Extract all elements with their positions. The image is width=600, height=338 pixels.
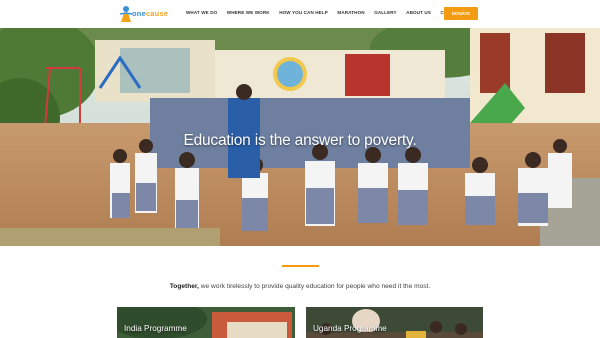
uganda-programme-card[interactable]: Uganda Programme xyxy=(306,307,483,338)
nav-item-where-we-work[interactable]: WHERE WE WORK xyxy=(227,10,270,15)
nav-item-how-you-can-help[interactable]: HOW YOU CAN HELP xyxy=(279,10,328,15)
india-programme-photo xyxy=(117,307,295,338)
nav-item-marathon[interactable]: MARATHON xyxy=(337,10,364,15)
donate-button[interactable]: DONATE xyxy=(444,7,478,20)
main-nav: WHAT WE DO WHERE WE WORK HOW YOU CAN HEL… xyxy=(186,10,481,15)
india-programme-card[interactable]: India Programme xyxy=(117,307,295,338)
mission-statement: Together, we work tirelessly to provide … xyxy=(0,283,600,290)
uganda-programme-label: Uganda Programme xyxy=(313,324,387,333)
hero-banner: Education is the answer to poverty. xyxy=(0,28,600,246)
india-programme-label: India Programme xyxy=(124,324,187,333)
site-logo[interactable]: onecause xyxy=(118,5,168,23)
uganda-programme-photo xyxy=(306,307,483,338)
mission-lead: Together, xyxy=(169,283,199,290)
nav-item-what-we-do[interactable]: WHAT WE DO xyxy=(186,10,217,15)
logo-wordmark: onecause xyxy=(132,9,168,18)
logo-wordmark-cause: cause xyxy=(145,9,169,18)
nav-item-gallery[interactable]: GALLERY xyxy=(374,10,396,15)
nav-item-about-us[interactable]: ABOUT US xyxy=(406,10,431,15)
section-divider xyxy=(282,265,319,267)
mission-text: we work tirelessly to provide quality ed… xyxy=(198,283,431,290)
site-header: onecause WHAT WE DO WHERE WE WORK HOW YO… xyxy=(0,0,600,28)
hero-caption: Education is the answer to poverty. xyxy=(183,132,417,149)
logo-wordmark-one: one xyxy=(132,9,146,18)
